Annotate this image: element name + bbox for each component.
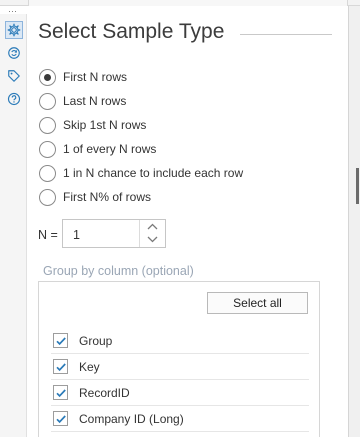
- group-by-label: Group by column (optional): [43, 264, 194, 278]
- radio-label: 1 of every N rows: [63, 142, 157, 156]
- radio-button[interactable]: [39, 68, 56, 86]
- right-edge-splitter[interactable]: [348, 6, 360, 437]
- check-icon: [56, 389, 66, 398]
- page-title: Select Sample Type: [38, 20, 225, 43]
- group-by-column-list: Select all Group Key RecordID Company ID…: [38, 281, 320, 437]
- radio-first-n-percent[interactable]: First N% of rows: [39, 187, 151, 207]
- radio-label: First N rows: [63, 70, 127, 84]
- column-label: RecordID: [79, 385, 130, 400]
- column-checkbox[interactable]: [53, 333, 68, 348]
- check-icon: [56, 415, 66, 424]
- title-row: Select Sample Type: [38, 20, 338, 50]
- column-item-company-id[interactable]: Company ID (Long): [51, 406, 309, 432]
- spin-up-button[interactable]: [140, 220, 165, 233]
- n-spinner: [139, 220, 165, 247]
- radio-label: 1 in N chance to include each row: [63, 166, 244, 180]
- radio-one-of-every-n-rows[interactable]: 1 of every N rows: [39, 139, 156, 159]
- radio-one-in-n-chance[interactable]: 1 in N chance to include each row: [39, 163, 243, 183]
- radio-button[interactable]: [39, 188, 56, 206]
- title-divider: [240, 34, 332, 35]
- radio-label: Skip 1st N rows: [63, 118, 147, 132]
- radio-skip-first-n-rows[interactable]: Skip 1st N rows: [39, 115, 146, 135]
- column-checkbox[interactable]: [53, 385, 68, 400]
- column-item-group[interactable]: Group: [51, 328, 309, 354]
- radio-last-n-rows[interactable]: Last N rows: [39, 91, 126, 111]
- column-label: Company ID (Long): [79, 411, 184, 426]
- radio-button[interactable]: [39, 140, 56, 158]
- left-icon-rail: [0, 14, 27, 437]
- check-icon: [56, 337, 66, 346]
- column-checkbox[interactable]: [53, 411, 68, 426]
- n-number-input[interactable]: 1: [62, 219, 166, 248]
- n-value[interactable]: 1: [73, 228, 80, 242]
- help-icon[interactable]: [5, 90, 23, 108]
- column-label: Key: [79, 359, 100, 374]
- column-checkbox[interactable]: [53, 359, 68, 374]
- tag-icon[interactable]: [5, 67, 23, 85]
- radio-button[interactable]: [39, 116, 56, 134]
- radio-label: Last N rows: [63, 94, 127, 108]
- check-icon: [56, 363, 66, 372]
- chevron-up-icon: [147, 223, 158, 230]
- chevron-down-icon: [147, 236, 158, 243]
- configuration-panel: Select Sample Type First N rows Last N r…: [28, 6, 348, 437]
- radio-label: First N% of rows: [63, 190, 152, 204]
- radio-button[interactable]: [39, 164, 56, 182]
- n-label: N =: [38, 228, 58, 242]
- radio-button[interactable]: [39, 92, 56, 110]
- radio-first-n-rows[interactable]: First N rows: [39, 67, 127, 87]
- spin-down-button[interactable]: [140, 233, 165, 246]
- select-all-button[interactable]: Select all: [207, 292, 308, 314]
- splitter-grip[interactable]: [356, 168, 359, 204]
- refresh-circle-icon[interactable]: [5, 44, 23, 62]
- column-label: Group: [79, 333, 113, 348]
- column-item-recordid[interactable]: RecordID: [51, 380, 309, 406]
- gear-icon[interactable]: [5, 21, 23, 39]
- column-item-key[interactable]: Key: [51, 354, 309, 380]
